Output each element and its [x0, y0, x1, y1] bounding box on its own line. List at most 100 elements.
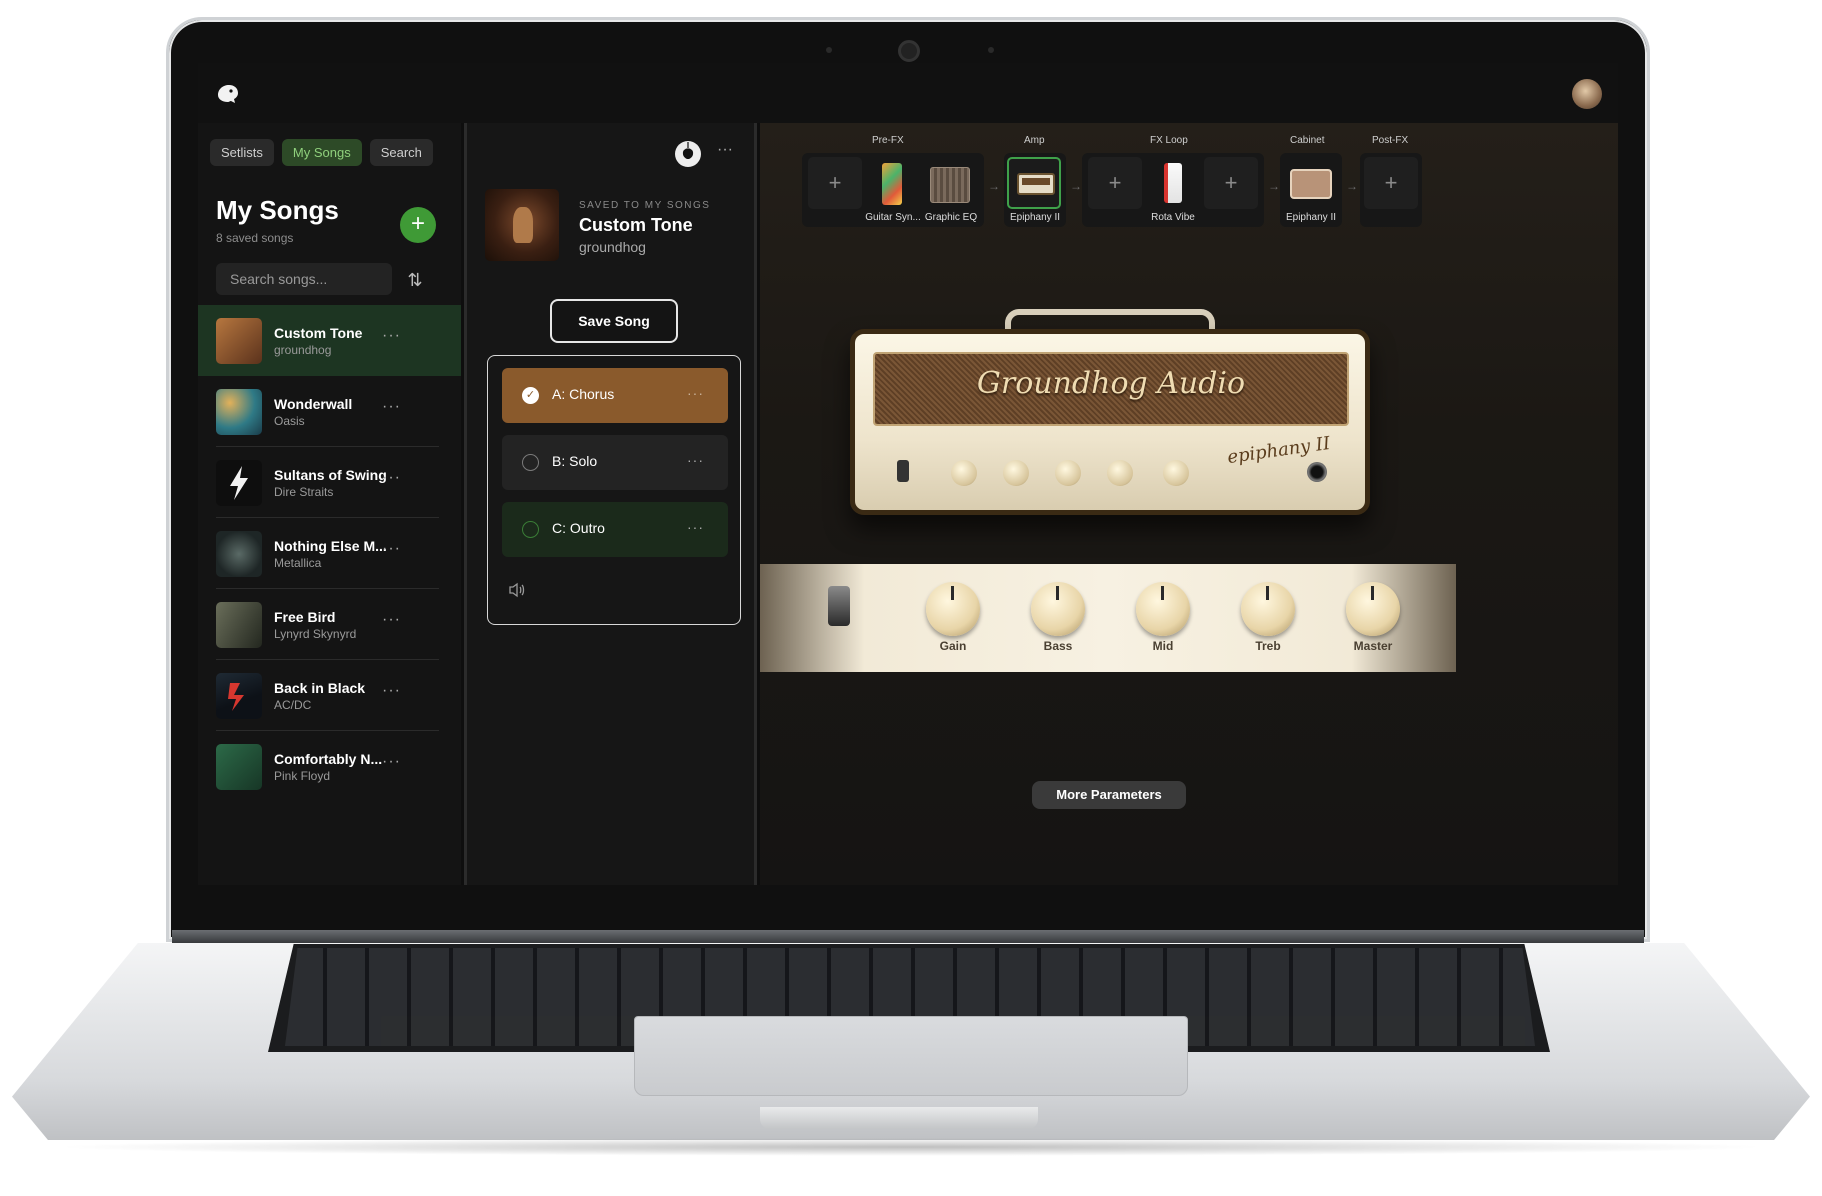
- song-title: Comfortably N...: [274, 751, 383, 767]
- master-knob[interactable]: [1346, 582, 1400, 636]
- album-art: [216, 531, 262, 577]
- search-input[interactable]: Search songs...: [216, 263, 392, 295]
- album-art: [485, 189, 559, 261]
- chain-label-post-fx: Post-FX: [1372, 135, 1409, 146]
- song-artist: groundhog: [579, 239, 646, 255]
- list-item[interactable]: Nothing Else M... Metallica ···: [198, 518, 461, 589]
- page-title: My Songs: [216, 195, 339, 225]
- tab-search[interactable]: Search: [369, 139, 433, 166]
- app-screen: Setlists My Songs Search My Songs 8 save…: [198, 63, 1618, 885]
- song-title: Wonderwall: [274, 396, 353, 412]
- more-icon[interactable]: ···: [382, 327, 401, 345]
- amp-controls: Gain Bass Mid Treb Master: [760, 564, 1456, 672]
- more-icon[interactable]: ···: [717, 141, 733, 159]
- sort-icon[interactable]: ⇅: [402, 267, 428, 293]
- guitar-synth-pedal[interactable]: [866, 157, 920, 209]
- song-sections: ✓ A: Chorus ··· B: Solo ··· C: Outro ···: [487, 355, 741, 625]
- section-chorus[interactable]: ✓ A: Chorus ···: [502, 368, 728, 423]
- more-icon[interactable]: ···: [687, 385, 704, 401]
- input-jack: [1307, 462, 1327, 482]
- chain-label-cabinet: Cabinet: [1290, 135, 1325, 146]
- amp-power-switch: [897, 460, 909, 482]
- sensor-dot: [826, 47, 832, 53]
- add-song-button[interactable]: +: [400, 207, 436, 243]
- graphic-eq-pedal[interactable]: [924, 157, 978, 209]
- speaker-icon[interactable]: [508, 582, 526, 602]
- rota-vibe-pedal[interactable]: [1146, 157, 1200, 209]
- list-item[interactable]: Wonderwall Oasis ···: [198, 376, 461, 447]
- songs-sidebar: Setlists My Songs Search My Songs 8 save…: [198, 123, 461, 885]
- section-label: B: Solo: [552, 453, 598, 469]
- slot-label: Rota Vibe: [1151, 212, 1195, 223]
- knob-label: Treb: [1255, 639, 1281, 653]
- cabinet-slot-epiphany[interactable]: [1284, 157, 1338, 209]
- album-art: [216, 744, 262, 790]
- slot-label: Graphic EQ: [924, 212, 978, 223]
- more-icon[interactable]: ···: [382, 398, 401, 416]
- tab-my-songs[interactable]: My Songs: [281, 139, 362, 166]
- guitar-icon[interactable]: [675, 141, 701, 167]
- more-icon[interactable]: ···: [382, 611, 401, 629]
- lid-notch: [760, 1107, 1038, 1129]
- laptop-mockup: Setlists My Songs Search My Songs 8 save…: [0, 0, 1822, 1196]
- gain-knob[interactable]: [926, 582, 980, 636]
- song-list: Custom Tone groundhog ··· Wonderwall Oas…: [198, 305, 461, 802]
- song-artist: Dire Straits: [274, 485, 334, 499]
- groundhog-logo-icon[interactable]: [214, 81, 242, 107]
- tab-setlists[interactable]: Setlists: [210, 139, 274, 166]
- user-avatar[interactable]: [1572, 79, 1602, 109]
- list-item[interactable]: Back in Black AC/DC ···: [198, 660, 461, 731]
- more-icon[interactable]: ···: [382, 682, 401, 700]
- album-art: [216, 460, 262, 506]
- song-detail-panel: ··· SAVED TO MY SONGS Custom Tone ground…: [464, 123, 757, 885]
- amp-knob: [1163, 460, 1189, 486]
- check-icon: ✓: [522, 387, 539, 404]
- section-solo[interactable]: B: Solo ···: [502, 435, 728, 490]
- slot-label: Epiphany II: [1009, 212, 1061, 223]
- song-title: Custom Tone: [579, 215, 693, 235]
- more-parameters-button[interactable]: More Parameters: [1032, 781, 1186, 809]
- chain-label-pre-fx: Pre-FX: [872, 135, 904, 146]
- add-slot-button[interactable]: +: [1204, 157, 1258, 209]
- list-item[interactable]: Free Bird Lynyrd Skynyrd ···: [198, 589, 461, 660]
- song-title: Nothing Else M...: [274, 538, 387, 554]
- album-art: [216, 318, 262, 364]
- more-icon[interactable]: ···: [687, 452, 704, 468]
- radio-icon[interactable]: [522, 521, 539, 538]
- bass-knob[interactable]: [1031, 582, 1085, 636]
- section-outro[interactable]: C: Outro ···: [502, 502, 728, 557]
- saved-label: SAVED TO MY SONGS: [579, 200, 711, 211]
- amp-slot-epiphany[interactable]: [1007, 157, 1061, 209]
- more-icon[interactable]: ···: [382, 753, 401, 771]
- add-slot-button[interactable]: +: [1364, 157, 1418, 209]
- add-slot-button[interactable]: +: [808, 157, 862, 209]
- list-item[interactable]: Comfortably N... Pink Floyd ···: [198, 731, 461, 802]
- radio-icon[interactable]: [522, 454, 539, 471]
- laptop-shadow: [50, 1138, 1772, 1156]
- amp-handle: [1005, 309, 1215, 331]
- pedal-image: [930, 167, 970, 203]
- amp-knob: [1107, 460, 1133, 486]
- list-item[interactable]: Sultans of Swing Dire Straits ···: [198, 447, 461, 518]
- arrow-icon: →: [1268, 179, 1280, 193]
- slot-label: Epiphany II: [1285, 212, 1337, 223]
- song-count: 8 saved songs: [216, 231, 294, 245]
- more-icon[interactable]: ···: [382, 540, 401, 558]
- cabinet-image: [1290, 169, 1332, 199]
- treble-knob[interactable]: [1241, 582, 1295, 636]
- pedal-image: [1164, 163, 1182, 203]
- mid-knob[interactable]: [1136, 582, 1190, 636]
- post-fx-group: +: [1360, 153, 1422, 227]
- list-item[interactable]: Custom Tone groundhog ···: [198, 305, 461, 376]
- fx-loop-group: + Rota Vibe +: [1082, 153, 1264, 227]
- chain-label-amp: Amp: [1024, 135, 1045, 146]
- song-artist: groundhog: [274, 343, 332, 357]
- more-icon[interactable]: ···: [382, 469, 401, 487]
- save-song-button[interactable]: Save Song: [550, 299, 678, 343]
- amp-knob: [951, 460, 977, 486]
- channel-toggle[interactable]: [828, 586, 850, 626]
- arrow-icon: →: [988, 179, 1000, 193]
- add-slot-button[interactable]: +: [1088, 157, 1142, 209]
- knob-label: Mid: [1152, 639, 1174, 653]
- more-icon[interactable]: ···: [687, 519, 704, 535]
